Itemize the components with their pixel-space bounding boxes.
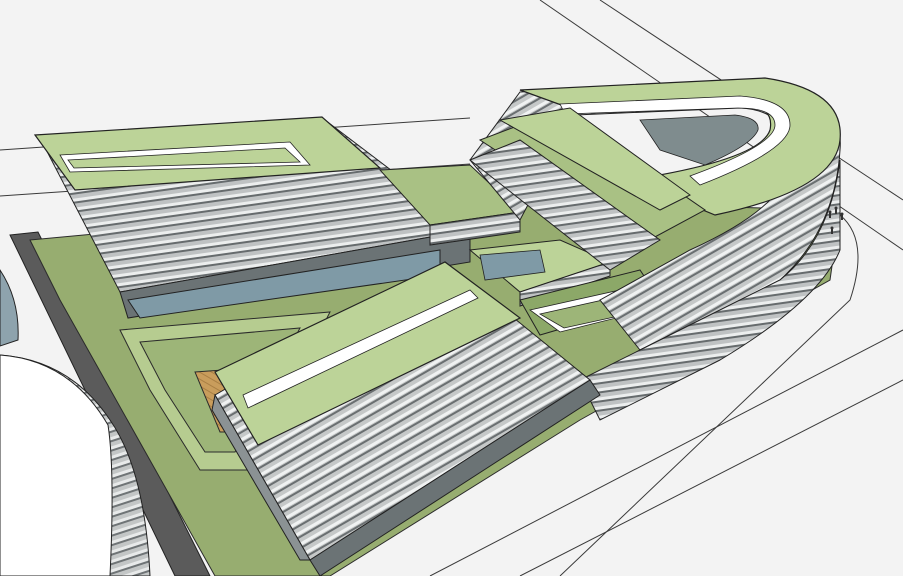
massing-render bbox=[0, 0, 903, 576]
